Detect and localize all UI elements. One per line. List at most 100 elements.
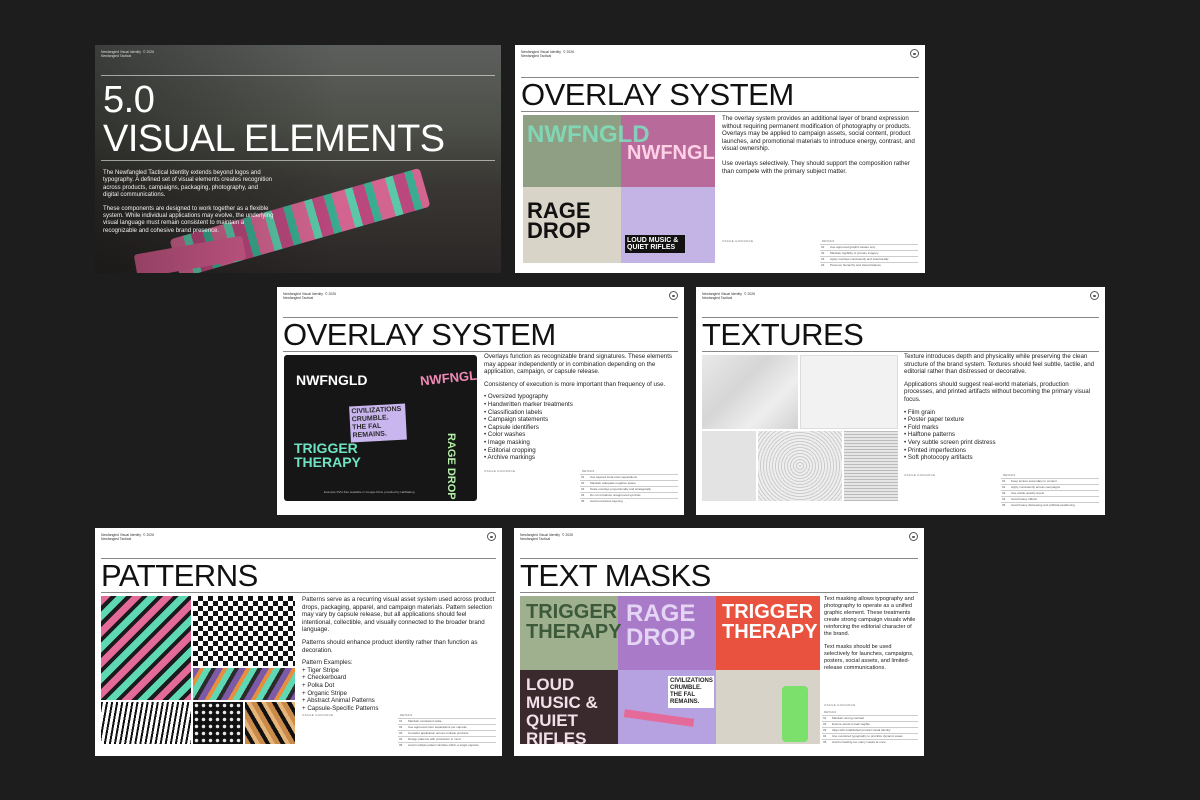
mask-label: LOUD MUSIC & QUIET RIFLES (526, 675, 598, 745)
slide-title: TEXTURES (702, 317, 864, 352)
details-label: DETAILS (1003, 473, 1016, 477)
overlay-label: TRIGGER THERAPY (294, 440, 361, 470)
list-item: + Checkerboard (302, 674, 347, 682)
texture-tile (702, 431, 756, 501)
overlay-label: CIVILIZATIONS CRUMBLE. THE FAL REMAINS. (349, 403, 407, 443)
body-paragraph: Text masks should be used selectively fo… (824, 644, 914, 671)
slide-patterns[interactable]: Newfangled Visual Identity Newfangled Ta… (95, 528, 502, 756)
intro-text: The Newfangled Tactical identity extends… (103, 170, 275, 241)
list-item: Halftone patterns (904, 431, 1100, 439)
brand-logo-icon (910, 49, 919, 58)
panel-caption: Example SVG files available in Google Dr… (324, 490, 415, 494)
body-paragraph: Applications should suggest real-world m… (904, 380, 1091, 403)
list-item: Film grain (904, 409, 1100, 417)
intro-paragraph: These components are designed to work to… (103, 205, 274, 234)
slide-overlay-system-2[interactable]: Newfangled Visual Identity Newfangled Ta… (277, 287, 684, 515)
overlay-label: NWFNGLD (296, 372, 368, 388)
section-title: VISUAL ELEMENTS (103, 118, 445, 160)
details-label: DETAILS (822, 239, 835, 243)
overlay-label: RAGE DROP (527, 198, 591, 243)
slide-title: OVERLAY SYSTEM (283, 317, 556, 352)
table-row: 05 Avoid multiple pattern families within… (398, 742, 496, 748)
body-paragraph: Text masking allows typography and photo… (824, 596, 916, 637)
slide-body: Patterns serve as a recurring visual ass… (302, 596, 498, 712)
slide-header: Newfangled Visual Identity Newfangled Ta… (520, 532, 918, 549)
list-item: + Abstract Animal Patterns (302, 697, 375, 705)
brand-logo-icon (487, 532, 496, 541)
body-paragraph: Consistency of execution is more importa… (484, 380, 666, 388)
brand-label: Newfangled Visual Identity Newfangled Ta… (521, 50, 561, 59)
brand-label: Newfangled Visual Identity Newfangled Ta… (520, 533, 560, 542)
slide-textures[interactable]: Newfangled Visual Identity Newfangled Ta… (696, 287, 1105, 515)
overlay-collage: NWFNGLD NWFNGLD RAGE DROP LOUD MUSIC & Q… (523, 115, 715, 263)
mask-label: TRIGGER THERAPY (526, 601, 622, 643)
polka-dot-pattern (193, 702, 243, 744)
list-item: Very subtle screen print distress (904, 439, 1100, 447)
details-table: 01 Use approved graphic assets only 02 Mai… (820, 244, 918, 268)
details-table: 01 Maintain strong contrast 02 Ensure word… (822, 715, 918, 745)
intro-paragraph: The Newfangled Tactical identity extends… (103, 170, 272, 199)
overlay-label: NWFNGLD (627, 142, 715, 164)
table-row: 04 Preserve hierarchy and visual balance (820, 262, 918, 268)
slide-header: Newfangled Visual Identity Newfangled Ta… (101, 532, 496, 549)
title-rule (101, 592, 496, 593)
overlay-examples-panel: NWFNGLD NWFNGLD CIVILIZATIONS CRUMBLE. T… (284, 355, 477, 501)
list-item: + Capsule-Specific Patterns (302, 704, 379, 712)
list-item: Image masking (484, 439, 679, 447)
slide-body: Overlays function as recognizable brand … (484, 353, 679, 462)
body-paragraph: Texture introduces depth and physicality… (904, 353, 1095, 376)
slide-visual-elements[interactable]: Newfangled Visual Identity Newfangled Ta… (95, 45, 501, 273)
usage-guidance-label: USAGE GUIDANCE (484, 469, 516, 473)
details-label: DETAILS (400, 713, 413, 717)
texture-samples (702, 355, 898, 501)
slide-text-masks[interactable]: Newfangled Visual Identity Newfangled Ta… (514, 528, 924, 756)
header-rule (101, 75, 495, 76)
list-item: Poster paper texture (904, 416, 1100, 424)
slide-body: The overlay system provides an additiona… (722, 115, 918, 182)
list-item: Archive markings (484, 454, 679, 462)
table-row: 05 Avoid heavy distressing and artificial… (1001, 502, 1099, 508)
slide-title: OVERLAY SYSTEM (521, 77, 794, 112)
bullet-list: Film grain Poster paper texture Fold mar… (904, 409, 1100, 462)
overlay-label: RAGE DROP (445, 433, 457, 500)
slide-header: Newfangled Visual Identity Newfangled Ta… (101, 50, 495, 66)
green-mask-shape (782, 686, 808, 742)
slide-title: PATTERNS (101, 558, 258, 593)
page-title: 5.0 VISUAL ELEMENTS (103, 81, 445, 159)
list-item: Printed imperfections (904, 447, 1100, 455)
year-label: © 2026 (563, 50, 574, 54)
body-paragraph: Use overlays selectively. They should su… (722, 159, 910, 175)
body-paragraph: Patterns should enhance product identity… (302, 638, 478, 654)
details-label: DETAILS (824, 710, 837, 714)
mask-label: RAGE DROP (626, 600, 696, 651)
brand-label: Newfangled Visual Identity Newfangled Ta… (101, 50, 141, 59)
list-item: Fold marks (904, 424, 1100, 432)
text-mask-collage: TRIGGER THERAPY RAGE DROP TRIGGER THERAP… (520, 596, 820, 744)
slide-overlay-system-1[interactable]: Newfangled Visual Identity Newfangled Ta… (515, 45, 925, 273)
year-label: © 2026 (143, 533, 154, 537)
slide-body: Texture introduces depth and physicality… (904, 353, 1100, 462)
table-row: 05 Avoid excessive layering (580, 498, 678, 504)
slide-header: Newfangled Visual Identity Newfangled Ta… (283, 291, 678, 308)
texture-tile (758, 431, 842, 501)
body-paragraph: Overlays function as recognizable brand … (484, 353, 673, 376)
usage-guidance-label: USAGE GUIDANCE (824, 703, 856, 707)
list-item: + Organic Stripe (302, 689, 347, 697)
usage-guidance-label: USAGE GUIDANCE (904, 473, 936, 477)
animal-pattern (245, 702, 295, 744)
bullet-list: Oversized typography Handwritten marker … (484, 393, 679, 461)
year-label: © 2026 (325, 292, 336, 296)
list-item: Capsule identifiers (484, 424, 679, 432)
organic-stripe-pattern (193, 668, 295, 700)
usage-guidance-label: USAGE GUIDANCE (302, 713, 334, 717)
details-table: 01 Keep texture secondary to content 02 Ap… (1001, 478, 1099, 508)
details-table: 01 Maintain consistent scale 02 Use approv… (398, 718, 496, 748)
checkerboard-pattern (193, 596, 295, 666)
brand-label: Newfangled Visual Identity Newfangled Ta… (702, 292, 742, 301)
list-item: Handwritten marker treatments (484, 401, 679, 409)
zebra-pattern (101, 702, 191, 744)
overlay-label: LOUD MUSIC & QUIET RIFLES (625, 235, 685, 253)
details-label: DETAILS (582, 469, 595, 473)
list-item: + Tiger Stripe (302, 666, 339, 674)
brand-logo-icon (669, 291, 678, 300)
